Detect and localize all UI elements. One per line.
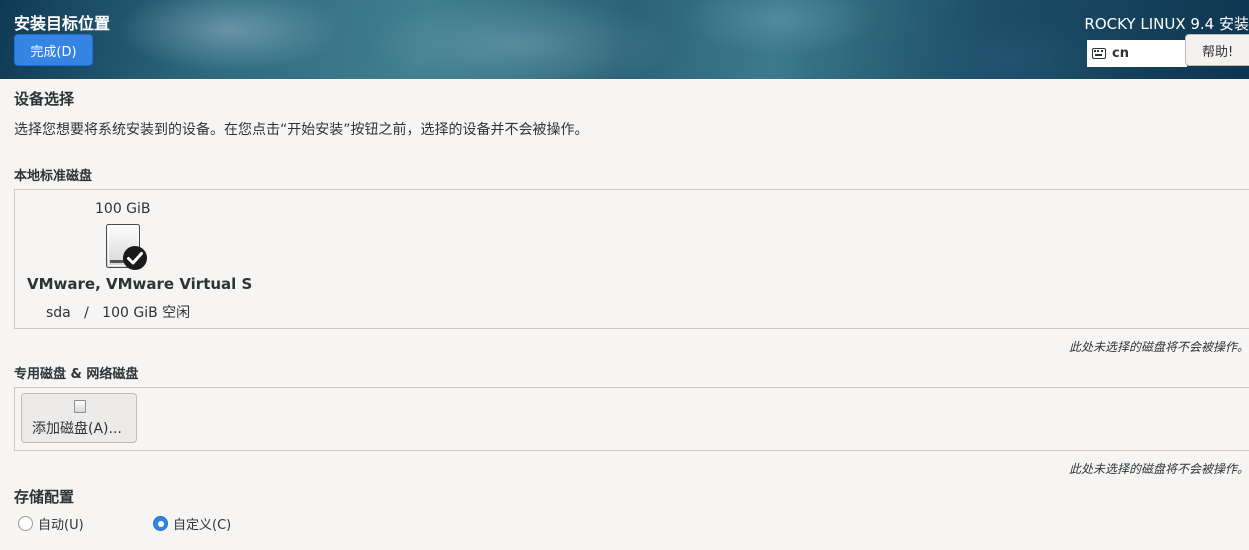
checkmark-icon: [123, 246, 147, 270]
help-button[interactable]: 帮助!: [1185, 34, 1249, 66]
radio-automatic-button[interactable]: [18, 516, 33, 531]
local-disks-heading: 本地标准磁盘: [14, 169, 93, 184]
specialized-disks-heading: 专用磁盘 & 网络磁盘: [14, 367, 139, 382]
done-button[interactable]: 完成(D): [14, 34, 93, 66]
disk-name: VMware, VMware Virtual S: [27, 275, 253, 293]
disk-small-icon: [74, 400, 86, 413]
radio-custom-button[interactable]: [153, 516, 168, 531]
product-title: ROCKY LINUX 9.4 安装: [1084, 15, 1249, 33]
storage-config-heading: 存储配置: [14, 488, 75, 506]
disk-size: 100 GiB: [95, 201, 151, 217]
disk-info: sda / 100 GiB 空闲: [46, 305, 191, 321]
add-disk-label: 添加磁盘(A)...: [32, 421, 122, 437]
add-disk-button[interactable]: 添加磁盘(A)...: [21, 393, 137, 443]
local-disks-panel: [14, 189, 1249, 329]
specialized-disks-panel: [14, 387, 1249, 451]
keyboard-layout-indicator[interactable]: cn: [1087, 40, 1187, 67]
radio-automatic[interactable]: 自动(U): [18, 514, 84, 533]
device-selection-description: 选择您想要将系统安装到的设备。在您点击“开始安装”按钮之前，选择的设备并不会被操…: [14, 122, 589, 138]
local-disks-note: 此处未选择的磁盘将不会被操作。: [1068, 340, 1249, 354]
radio-custom-label: 自定义(C): [173, 518, 232, 533]
radio-automatic-label: 自动(U): [38, 518, 84, 533]
specialized-disks-note: 此处未选择的磁盘将不会被操作。: [1068, 462, 1249, 476]
keyboard-layout-label: cn: [1112, 46, 1129, 61]
keyboard-icon: [1092, 48, 1106, 59]
page-title: 安装目标位置: [14, 14, 111, 33]
radio-custom[interactable]: 自定义(C): [153, 514, 231, 533]
header-bar: 安装目标位置 完成(D) ROCKY LINUX 9.4 安装 cn 帮助!: [0, 0, 1249, 79]
device-selection-heading: 设备选择: [14, 90, 75, 108]
